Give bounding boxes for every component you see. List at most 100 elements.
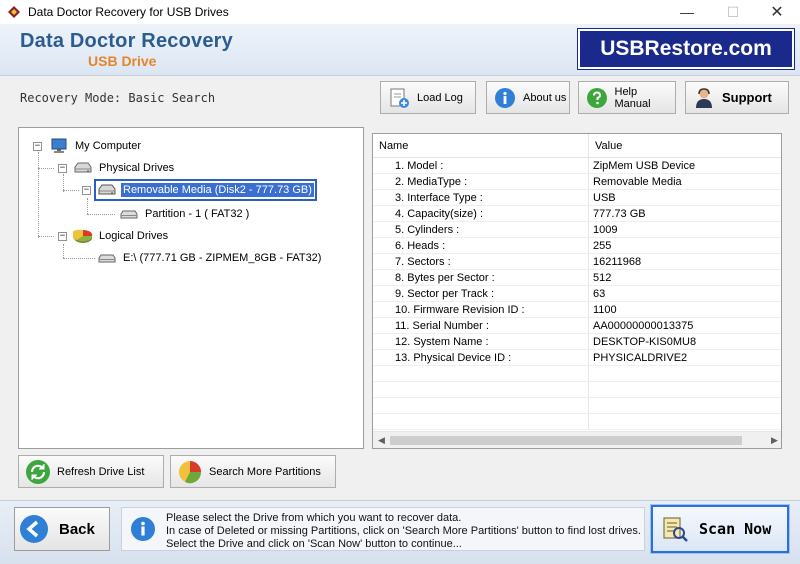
table-row[interactable]: 11. Serial Number : AA00000000013375	[373, 318, 781, 334]
property-value: ZipMem USB Device	[593, 160, 696, 172]
window-title: Data Doctor Recovery for USB Drives	[28, 5, 229, 19]
tree-connector	[63, 244, 64, 258]
back-arrow-icon	[20, 515, 48, 543]
minimize-button[interactable]: —	[664, 0, 710, 24]
table-row[interactable]: 3. Interface Type : USB	[373, 190, 781, 206]
table-row[interactable]	[373, 366, 781, 382]
tree-connector	[38, 168, 54, 169]
question-icon	[585, 86, 609, 110]
help-manual-label: Help Manual	[614, 85, 651, 110]
table-row[interactable]: 7. Sectors : 16211968	[373, 254, 781, 270]
property-name: 8. Bytes per Sector :	[373, 270, 589, 285]
table-row[interactable]: 4. Capacity(size) : 777.73 GB	[373, 206, 781, 222]
horizontal-scrollbar[interactable]: ◀ ▶	[373, 431, 781, 448]
info-icon	[131, 517, 155, 541]
tree-node-my-computer[interactable]: My Computer	[49, 137, 143, 155]
refresh-drive-list-button[interactable]: Refresh Drive List	[18, 455, 164, 488]
column-header-name[interactable]: Name	[373, 134, 589, 157]
maximize-button[interactable]: ☐	[710, 0, 756, 24]
drive-tree-panel[interactable]: − My Computer − Physical Drives − Remova…	[18, 127, 364, 449]
scroll-right-icon[interactable]: ▶	[766, 432, 781, 448]
close-button[interactable]: ✕	[754, 0, 800, 24]
info-message-box: Please select the Drive from which you w…	[121, 507, 645, 551]
drive-icon	[97, 182, 117, 198]
column-header-value[interactable]: Value	[589, 134, 781, 157]
drive-icon	[73, 160, 93, 176]
tree-label-logical-drive-e: E:\ (777.71 GB - ZIPMEM_8GB - FAT32)	[123, 252, 322, 264]
property-name: 9. Sector per Track :	[373, 286, 589, 301]
tree-node-physical-drives[interactable]: Physical Drives	[73, 159, 176, 177]
property-name: 1. Model :	[373, 158, 589, 173]
property-name	[373, 414, 589, 429]
support-label: Support	[722, 90, 772, 105]
app-logo-icon	[8, 6, 20, 18]
property-name: 4. Capacity(size) :	[373, 206, 589, 221]
property-value: 512	[593, 272, 612, 284]
property-name: 6. Heads :	[373, 238, 589, 253]
toggle-physical-drives[interactable]: −	[58, 164, 67, 173]
table-row[interactable]	[373, 398, 781, 414]
tree-node-logical-drive-e[interactable]: E:\ (777.71 GB - ZIPMEM_8GB - FAT32)	[97, 249, 323, 267]
brand-logo: USBRestore.com	[577, 28, 795, 70]
tree-connector	[63, 258, 95, 259]
info-icon	[493, 86, 517, 110]
toggle-logical-drives[interactable]: −	[58, 232, 67, 241]
scan-now-button[interactable]: Scan Now	[650, 504, 790, 554]
support-button[interactable]: Support	[685, 81, 789, 114]
tree-connector	[87, 214, 115, 215]
property-name	[373, 382, 589, 397]
table-row[interactable]	[373, 414, 781, 430]
property-name	[373, 366, 589, 381]
recovery-mode-label: Recovery Mode: Basic Search	[20, 91, 216, 105]
property-value: Removable Media	[593, 176, 682, 188]
tree-node-logical-drives[interactable]: Logical Drives	[73, 227, 170, 245]
property-value: 1100	[593, 304, 617, 316]
table-row[interactable]: 5. Cylinders : 1009	[373, 222, 781, 238]
search-more-label: Search More Partitions	[209, 465, 321, 478]
property-name: 2. MediaType :	[373, 174, 589, 189]
table-row[interactable]: 6. Heads : 255	[373, 238, 781, 254]
tree-node-removable-media[interactable]: Removable Media (Disk2 - 777.73 GB)	[94, 179, 317, 201]
property-name: 12. System Name :	[373, 334, 589, 349]
scrollbar-thumb[interactable]	[390, 436, 742, 445]
back-label: Back	[59, 520, 95, 538]
property-name: 7. Sectors :	[373, 254, 589, 269]
table-row[interactable]: 12. System Name : DESKTOP-KIS0MU8	[373, 334, 781, 350]
back-button[interactable]: Back	[14, 507, 110, 551]
property-value	[589, 382, 781, 397]
help-manual-button[interactable]: Help Manual	[578, 81, 676, 114]
table-row[interactable]	[373, 382, 781, 398]
table-row[interactable]: 9. Sector per Track : 63	[373, 286, 781, 302]
table-row[interactable]: 2. MediaType : Removable Media	[373, 174, 781, 190]
pie-chart-icon	[73, 228, 93, 244]
property-name: 13. Physical Device ID :	[373, 350, 589, 365]
toggle-removable-media[interactable]: −	[82, 186, 91, 195]
scroll-left-icon[interactable]: ◀	[373, 432, 390, 448]
tree-label-logical-drives: Logical Drives	[99, 230, 169, 242]
tree-connector	[38, 236, 54, 237]
info-line-1: Please select the Drive from which you w…	[166, 512, 462, 524]
toggle-my-computer[interactable]: −	[33, 142, 42, 151]
property-value	[589, 414, 781, 429]
property-value: USB	[593, 192, 616, 204]
support-person-icon	[692, 86, 716, 110]
app-title: Data Doctor Recovery	[20, 30, 233, 52]
table-row[interactable]: 10. Firmware Revision ID : 1100	[373, 302, 781, 318]
search-more-partitions-button[interactable]: Search More Partitions	[170, 455, 336, 488]
tree-connector	[38, 152, 39, 238]
table-row[interactable]: 13. Physical Device ID : PHYSICALDRIVE2	[373, 350, 781, 366]
property-name: 3. Interface Type :	[373, 190, 589, 205]
drive-icon	[97, 250, 117, 266]
about-us-button[interactable]: About us	[486, 81, 570, 114]
property-value: DESKTOP-KIS0MU8	[593, 336, 697, 348]
table-row[interactable]: 1. Model : ZipMem USB Device	[373, 158, 781, 174]
table-row[interactable]: 8. Bytes per Sector : 512	[373, 270, 781, 286]
drive-properties-list[interactable]: Name Value 1. Model : ZipMem USB Device 2.…	[372, 133, 782, 449]
tree-node-partition-1[interactable]: Partition - 1 ( FAT32 )	[119, 205, 251, 223]
scan-now-label: Scan Now	[699, 520, 772, 538]
tree-label-removable-media: Removable Media (Disk2 - 777.73 GB)	[120, 182, 315, 198]
about-us-label: About us	[523, 91, 567, 104]
property-name: 11. Serial Number :	[373, 318, 589, 333]
drive-icon	[119, 206, 139, 222]
load-log-button[interactable]: Load Log	[380, 81, 476, 114]
